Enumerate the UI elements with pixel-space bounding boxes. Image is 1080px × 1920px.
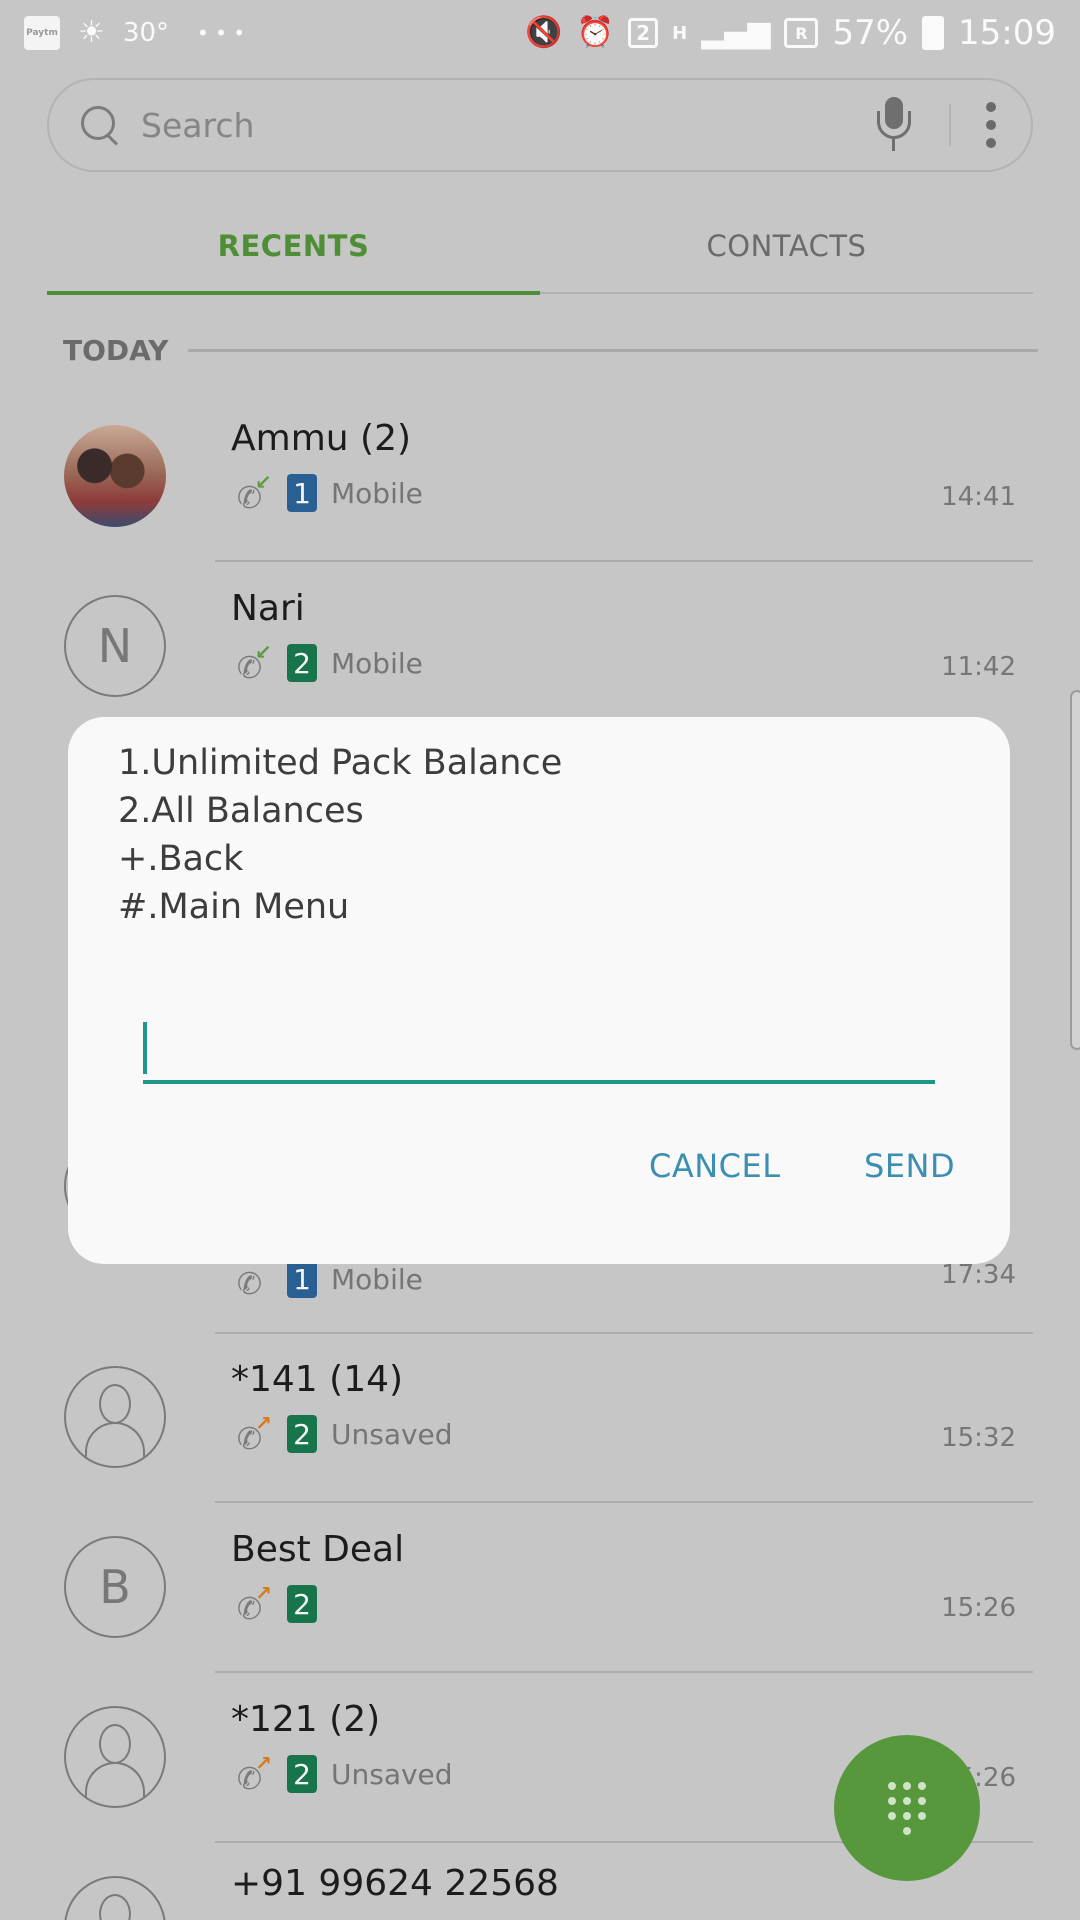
ussd-reply-input[interactable]: [143, 1002, 935, 1080]
call-row[interactable]: Ammu (2) ✆ ↙ 1 Mobile 14:41: [0, 392, 1080, 562]
call-row[interactable]: N Nari ✆ ↙ 2 Mobile 11:42: [0, 562, 1080, 732]
section-label: TODAY: [63, 334, 169, 367]
sim-badge: 2: [287, 1755, 317, 1793]
more-vert-icon[interactable]: [981, 102, 1001, 148]
clock: 15:09: [958, 13, 1056, 53]
person-icon: [85, 1382, 145, 1458]
call-time: 14:41: [941, 482, 1016, 512]
avatar[interactable]: [64, 1366, 166, 1468]
call-row[interactable]: *141 (14) ✆ ↗ 2 Unsaved 15:32: [0, 1333, 1080, 1503]
call-time: 15:32: [941, 1423, 1016, 1453]
outgoing-call-icon: ✆ ↗: [237, 1751, 272, 1797]
dialpad-icon: [888, 1781, 926, 1835]
sim-badge: 1: [287, 474, 317, 512]
contact-name: Nari: [231, 588, 305, 629]
text-cursor: [143, 1022, 147, 1074]
avatar[interactable]: N: [64, 595, 166, 697]
cancel-button[interactable]: CANCEL: [649, 1147, 781, 1185]
ussd-option: 1.Unlimited Pack Balance: [118, 743, 563, 783]
scrollbar-handle[interactable]: [1070, 690, 1080, 1050]
call-time: 11:42: [941, 652, 1016, 682]
call-time: 17:34: [941, 1260, 1016, 1290]
search-icon: [79, 104, 121, 146]
avatar[interactable]: [64, 425, 166, 527]
incoming-call-icon: ✆ ↙: [237, 640, 272, 686]
search-input[interactable]: [141, 105, 871, 145]
contact-name: Best Deal: [231, 1529, 405, 1570]
status-bar: Paytm ☀ 30° • • • 🔇 ⏰ 2 H ▂▄▆ R 57% 15:0…: [0, 0, 1080, 66]
signal-icon: ▂▄▆: [701, 15, 771, 50]
mic-icon[interactable]: [871, 95, 915, 155]
ussd-option: +.Back: [118, 839, 244, 879]
alarm-icon: ⏰: [576, 15, 615, 50]
tab-bar: RECENTS CONTACTS: [47, 200, 1033, 295]
roaming-indicator: R: [784, 18, 819, 48]
sim-badge: 2: [287, 1415, 317, 1453]
paytm-icon: Paytm: [24, 16, 60, 50]
ussd-option: 2.All Balances: [118, 791, 364, 831]
avatar[interactable]: [64, 1876, 166, 1920]
ussd-message: 1.Unlimited Pack Balance 2.All Balances …: [118, 739, 562, 931]
search-separator: [949, 104, 951, 146]
search-bar[interactable]: [47, 78, 1033, 172]
contact-name: *141 (14): [231, 1359, 404, 1400]
avatar[interactable]: B: [64, 1536, 166, 1638]
temperature: 30°: [122, 18, 169, 48]
avatar[interactable]: [64, 1706, 166, 1808]
battery-icon: [922, 16, 945, 50]
outgoing-call-icon: ✆ ↗: [237, 1411, 272, 1457]
person-icon: [85, 1722, 145, 1798]
tab-recents[interactable]: RECENTS: [47, 200, 540, 295]
send-button[interactable]: SEND: [864, 1147, 955, 1185]
ussd-option: #.Main Menu: [118, 887, 350, 927]
contact-name: Ammu (2): [231, 418, 412, 459]
call-time: 15:26: [941, 1593, 1016, 1623]
outgoing-call-icon: ✆ ↗: [237, 1581, 272, 1627]
number-label: Unsaved: [331, 1417, 453, 1451]
contact-name: *121 (2): [231, 1699, 381, 1740]
person-icon: [85, 1892, 145, 1920]
number-label: Unsaved: [331, 1757, 453, 1791]
number-label: Mobile: [331, 476, 423, 510]
section-header-today: TODAY: [63, 334, 1038, 367]
tab-contacts[interactable]: CONTACTS: [540, 200, 1033, 292]
battery-percent: 57%: [832, 13, 909, 53]
sim-badge: 2: [287, 1585, 317, 1623]
section-divider: [188, 349, 1038, 352]
status-more-icon: • • •: [197, 21, 246, 45]
call-row[interactable]: B Best Deal ✆ ↗ 2 15:26: [0, 1503, 1080, 1673]
sim-badge: 2: [287, 644, 317, 682]
weather-sun-icon: ☀: [78, 15, 105, 50]
ussd-reply-field[interactable]: [143, 1002, 935, 1084]
incoming-call-icon: ✆: [237, 1267, 263, 1302]
number-label: Mobile: [331, 1262, 423, 1296]
ussd-dialog: 1.Unlimited Pack Balance 2.All Balances …: [68, 717, 1010, 1264]
incoming-call-icon: ✆ ↙: [237, 470, 272, 516]
mute-vibrate-icon: 🔇: [525, 15, 563, 50]
contact-name: +91 99624 22568: [231, 1863, 559, 1904]
sim-indicator: 2: [628, 18, 659, 48]
dialpad-button[interactable]: [834, 1735, 980, 1881]
sim-badge: 1: [287, 1260, 317, 1298]
number-label: Mobile: [331, 646, 423, 680]
network-type: H: [672, 22, 688, 44]
